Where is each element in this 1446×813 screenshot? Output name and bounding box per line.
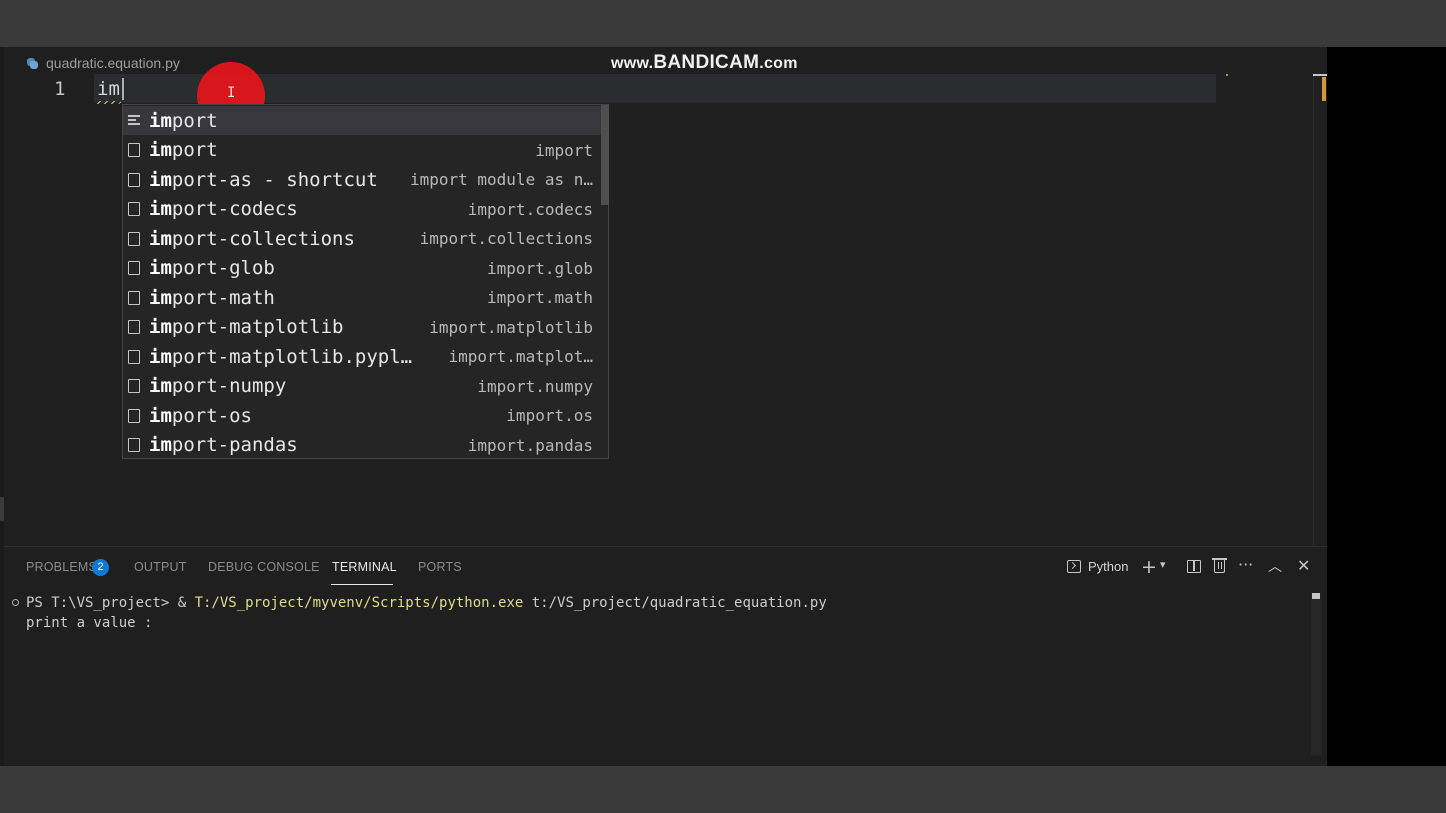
- suggestion-item[interactable]: import-math import.math: [123, 283, 601, 312]
- suggestion-detail: import.glob: [487, 258, 593, 278]
- suggestion-item[interactable]: import-matplotlib.pypl… import.matplot…: [123, 342, 601, 371]
- editor-scrollbar-track[interactable]: [1313, 74, 1314, 546]
- snippet-icon: [128, 261, 140, 275]
- suggestion-label: import: [149, 139, 218, 161]
- overview-ruler-highlight: [1322, 77, 1326, 101]
- tab-problems[interactable]: PROBLEMS: [26, 560, 97, 574]
- suggestion-item[interactable]: import-matplotlib import.matplotlib: [123, 313, 601, 342]
- suggestion-item[interactable]: import-codecs import.codecs: [123, 195, 601, 224]
- suggestion-label: import-matplotlib: [149, 316, 344, 338]
- suggestion-label: import-codecs: [149, 198, 298, 220]
- snippet-icon: [128, 320, 140, 334]
- suggestion-label: import-glob: [149, 257, 275, 279]
- suggestion-detail: import.matplot…: [448, 347, 594, 366]
- snippet-icon: [128, 143, 140, 157]
- snippet-icon: [128, 202, 140, 216]
- keyword-icon: [128, 114, 140, 128]
- suggestion-item[interactable]: import: [123, 106, 601, 135]
- suggestion-detail: import.os: [506, 406, 593, 425]
- tab-debug-console[interactable]: DEBUG CONSOLE: [208, 560, 320, 574]
- tab-output[interactable]: OUTPUT: [134, 560, 187, 574]
- maximize-panel-chevron-up-icon[interactable]: ︿: [1268, 556, 1282, 576]
- chevron-down-icon[interactable]: ▾: [1160, 558, 1166, 571]
- suggestion-detail: import: [535, 140, 593, 160]
- suggestion-item[interactable]: import-as - shortcut import module as n…: [123, 165, 601, 194]
- suggestion-detail: import module as n…: [409, 170, 593, 189]
- error-squiggle: [97, 101, 121, 104]
- suggestion-label: import-math: [149, 286, 275, 309]
- editor-tab-filename: quadratic.equation.py: [46, 55, 180, 71]
- suggestion-label: import-as - shortcut: [149, 168, 378, 191]
- suggestion-detail: import.math: [487, 288, 593, 307]
- terminal-name[interactable]: Python: [1088, 559, 1128, 574]
- suggestion-label: import-matplotlib.pypl…: [149, 345, 413, 368]
- snippet-icon: [128, 231, 140, 246]
- snippet-icon: [128, 172, 140, 187]
- screen-right-black-strip: [1327, 47, 1446, 766]
- suggestion-scrollbar[interactable]: [601, 105, 609, 205]
- bottom-panel: PROBLEMS 2 OUTPUT DEBUG CONSOLE TERMINAL…: [4, 546, 1327, 766]
- suggestion-item[interactable]: import-glob import.glob: [123, 254, 601, 283]
- code-line-text[interactable]: im: [97, 78, 120, 100]
- snippet-icon: [128, 379, 140, 393]
- suggestion-item[interactable]: import-collections import.collections: [123, 224, 601, 253]
- suggestion-detail: import.pandas: [467, 435, 593, 455]
- panel-tabs: PROBLEMS 2 OUTPUT DEBUG CONSOLE TERMINAL…: [4, 547, 1044, 587]
- active-tab-indicator: [331, 584, 393, 585]
- command-status-circle-icon: [12, 599, 19, 606]
- close-panel-icon[interactable]: ✕: [1297, 556, 1310, 575]
- suggestion-item[interactable]: import import: [123, 136, 601, 165]
- ibeam-cursor-icon: I: [227, 85, 236, 101]
- trash-icon[interactable]: [1212, 558, 1227, 573]
- suggestion-label: import-numpy: [149, 375, 287, 397]
- editor-tab[interactable]: quadratic.equation.py: [26, 55, 180, 71]
- suggestion-detail: import.collections: [419, 229, 593, 248]
- tab-terminal[interactable]: TERMINAL: [332, 560, 397, 574]
- suggestion-detail: import.codecs: [467, 199, 593, 219]
- problems-count-badge: 2: [92, 559, 109, 576]
- suggestion-item[interactable]: import-os import.os: [123, 401, 601, 430]
- split-terminal-icon[interactable]: [1187, 560, 1201, 573]
- overview-ruler-mark: [1226, 74, 1228, 76]
- suggestion-label: import-collections: [149, 227, 355, 250]
- suggestion-item[interactable]: import-numpy import.numpy: [123, 372, 601, 401]
- text-cursor: [122, 78, 124, 100]
- tab-ports[interactable]: PORTS: [418, 560, 462, 574]
- python-file-icon: [26, 57, 39, 70]
- suggestion-item[interactable]: import-pandas import.pandas: [123, 431, 601, 460]
- snippet-icon: [128, 290, 140, 305]
- line-number: 1: [54, 78, 66, 100]
- more-actions-icon[interactable]: ···: [1238, 555, 1253, 574]
- terminal-output-line: print a value :: [26, 615, 153, 631]
- terminal-command-line: PS T:\VS_project> & T:/VS_project/myvenv…: [26, 595, 827, 611]
- snippet-icon: [128, 349, 140, 364]
- new-terminal-plus-icon[interactable]: +: [1141, 556, 1157, 578]
- recording-watermark: www.BANDICAM.com: [611, 52, 798, 73]
- suggestion-label: import-os: [149, 404, 252, 427]
- suggestion-label: import-pandas: [149, 434, 298, 456]
- suggestion-detail: import.numpy: [477, 376, 593, 396]
- suggestion-widget[interactable]: import import import import-as - shortcut im…: [122, 104, 609, 459]
- suggestion-label: import: [149, 109, 218, 132]
- terminal-scrollbar[interactable]: [1311, 593, 1321, 755]
- screen-top-band: [0, 0, 1446, 47]
- snippet-icon: [128, 438, 140, 452]
- suggestion-detail: import.matplotlib: [429, 317, 593, 337]
- editor-scroll-thumb[interactable]: [1313, 74, 1327, 76]
- snippet-icon: [128, 408, 140, 423]
- screen-bottom-band: [0, 766, 1446, 813]
- terminal-icon[interactable]: [1067, 560, 1081, 573]
